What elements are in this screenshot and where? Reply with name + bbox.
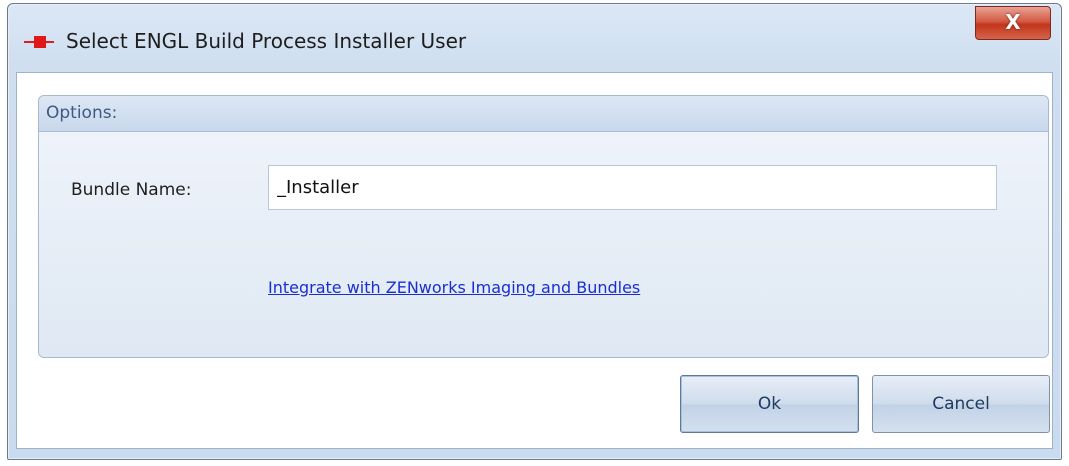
options-group-header: Options: — [39, 96, 1048, 132]
close-icon: X — [1005, 10, 1021, 34]
icon-square — [34, 36, 46, 48]
options-group-body: Bundle Name: Integrate with ZENworks Ima… — [39, 132, 1048, 357]
dialog-window: Select ENGL Build Process Installer User… — [7, 3, 1062, 460]
ok-button[interactable]: Ok — [680, 375, 859, 433]
dialog-client-area: Options: Bundle Name: Integrate with ZEN… — [16, 72, 1053, 449]
options-group: Options: Bundle Name: Integrate with ZEN… — [38, 95, 1049, 358]
cancel-button[interactable]: Cancel — [872, 375, 1050, 433]
window-title: Select ENGL Build Process Installer User — [66, 29, 467, 53]
options-group-title: Options: — [46, 103, 118, 123]
close-button[interactable]: X — [975, 6, 1051, 40]
bundle-name-input[interactable] — [268, 165, 997, 210]
app-red-square-icon — [24, 33, 54, 51]
integrate-zenworks-link[interactable]: Integrate with ZENworks Imaging and Bund… — [268, 278, 640, 297]
title-bar[interactable]: Select ENGL Build Process Installer User… — [8, 4, 1061, 74]
bundle-name-label: Bundle Name: — [71, 180, 192, 200]
